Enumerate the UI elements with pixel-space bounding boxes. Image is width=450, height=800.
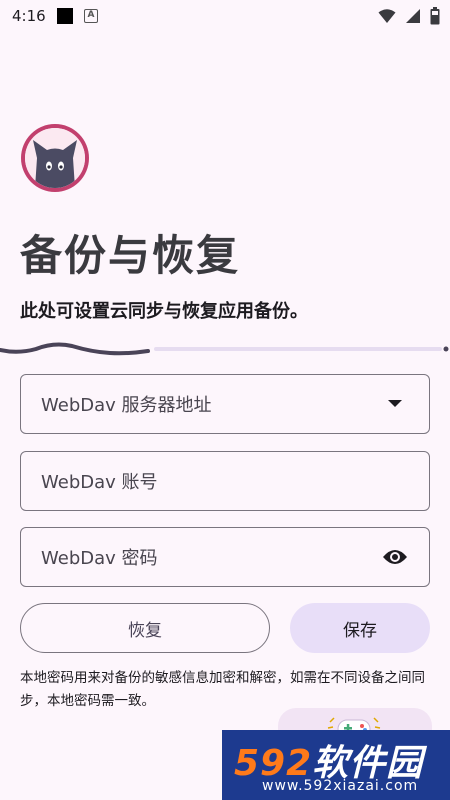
page-subtitle: 此处可设置云同步与恢复应用备份。 (20, 301, 308, 322)
dropdown-arrow-icon[interactable] (381, 390, 409, 418)
notification-icon (57, 8, 73, 24)
password-input[interactable]: WebDav 密码 (20, 527, 430, 587)
site-watermark: 592软件园 www.592xiazai.com (222, 730, 450, 800)
restore-button[interactable]: 恢复 (20, 603, 270, 653)
accessibility-icon: A (84, 9, 98, 23)
wifi-icon (378, 9, 396, 23)
page-title: 备份与恢复 (20, 231, 241, 280)
account-input[interactable]: WebDav 账号 (20, 451, 430, 511)
cat-avatar-icon (25, 128, 85, 188)
app-avatar (21, 124, 89, 192)
password-placeholder: WebDav 密码 (41, 548, 158, 569)
local-password-note: 本地密码用来对备份的敏感信息加密和解密，如需在不同设备之间同步，本地密码需一致。 (20, 670, 425, 709)
status-icons (378, 7, 440, 25)
step-progress-indicator (0, 336, 450, 366)
save-button[interactable]: 保存 (290, 603, 430, 653)
watermark-url: www.592xiazai.com (262, 778, 419, 794)
server-url-placeholder: WebDav 服务器地址 (41, 395, 212, 416)
server-url-dropdown[interactable]: WebDav 服务器地址 (20, 374, 430, 434)
status-time: 4:16 (12, 7, 46, 25)
signal-icon (406, 9, 420, 23)
status-bar: 4:16 A (0, 0, 450, 32)
account-placeholder: WebDav 账号 (41, 472, 158, 493)
battery-icon (430, 7, 440, 25)
eye-icon[interactable] (381, 543, 409, 571)
